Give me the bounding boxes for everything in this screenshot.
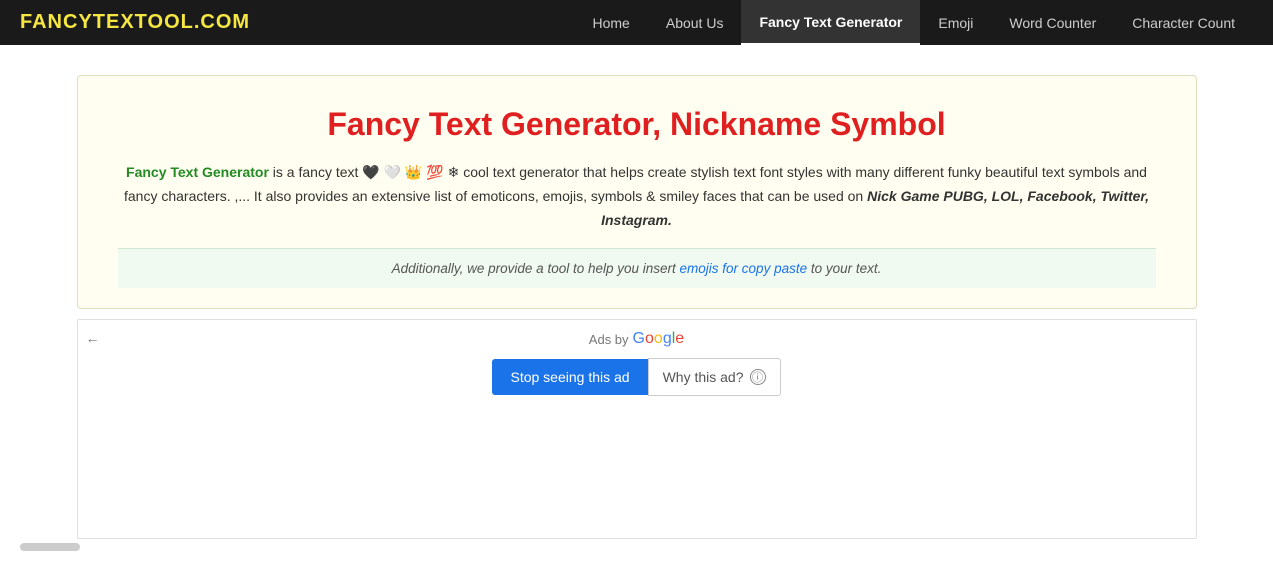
nav-item-emoji[interactable]: Emoji — [920, 0, 991, 45]
navbar: FANCYTEXTOOL.COM Home About Us Fancy Tex… — [0, 0, 1273, 45]
nav-link-word-counter[interactable]: Word Counter — [991, 0, 1114, 45]
ads-by-text: Ads by — [589, 332, 629, 347]
additional-note-after: to your text. — [807, 261, 881, 276]
description-paragraph: Fancy Text Generator is a fancy text 🖤 🤍… — [118, 161, 1156, 232]
ad-section: ← Ads by Google Stop seeing this ad Why … — [77, 319, 1197, 539]
why-this-ad-button[interactable]: Why this ad? ⓘ — [648, 358, 781, 396]
nav-item-word-counter[interactable]: Word Counter — [991, 0, 1114, 45]
nav-item-about-us[interactable]: About Us — [648, 0, 742, 45]
ad-action-buttons: Stop seeing this ad Why this ad? ⓘ — [492, 358, 780, 396]
nav-link-about-us[interactable]: About Us — [648, 0, 742, 45]
nav-link-fancy-text-generator[interactable]: Fancy Text Generator — [741, 0, 920, 45]
page-title: Fancy Text Generator, Nickname Symbol — [118, 106, 1156, 143]
ads-by-google-label: Ads by Google — [589, 330, 684, 348]
nav-logo[interactable]: FANCYTEXTOOL.COM — [20, 11, 250, 34]
nav-link-emoji[interactable]: Emoji — [920, 0, 991, 45]
nav-links: Home About Us Fancy Text Generator Emoji… — [575, 0, 1254, 45]
additional-note-before: Additionally, we provide a tool to help … — [392, 261, 680, 276]
nav-item-home[interactable]: Home — [575, 0, 648, 45]
why-this-ad-label: Why this ad? — [663, 369, 744, 385]
google-logo-text: Google — [633, 330, 685, 348]
fancy-text-label: Fancy Text Generator — [126, 164, 269, 180]
emojis-copy-paste-link[interactable]: emojis for copy paste — [680, 261, 808, 276]
stop-seeing-ad-button[interactable]: Stop seeing this ad — [492, 359, 647, 395]
nav-link-character-count[interactable]: Character Count — [1114, 0, 1253, 45]
info-circle-icon: ⓘ — [750, 369, 766, 385]
info-box: Fancy Text Generator, Nickname Symbol Fa… — [77, 75, 1197, 309]
scrollbar[interactable] — [20, 543, 80, 551]
main-content: Fancy Text Generator, Nickname Symbol Fa… — [57, 75, 1217, 539]
additional-note: Additionally, we provide a tool to help … — [118, 248, 1156, 288]
nav-item-fancy-text-generator[interactable]: Fancy Text Generator — [741, 0, 920, 45]
nav-link-home[interactable]: Home — [575, 0, 648, 45]
nav-item-character-count[interactable]: Character Count — [1114, 0, 1253, 45]
back-arrow-icon[interactable]: ← — [86, 330, 100, 346]
